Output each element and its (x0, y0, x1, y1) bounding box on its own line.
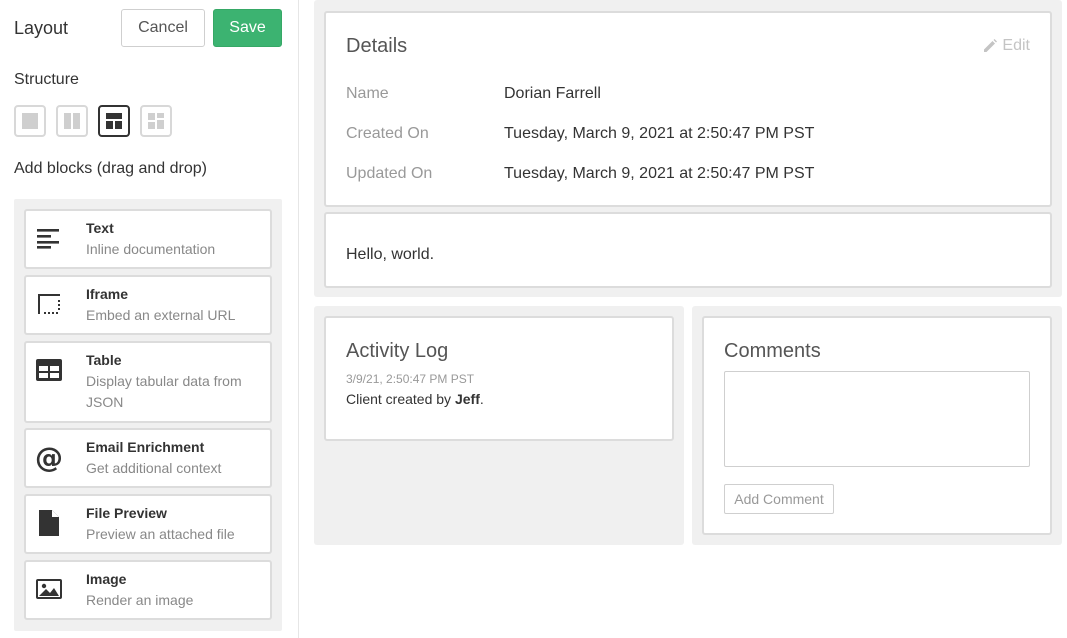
block-title: Image (86, 571, 127, 587)
at-sign-icon: @ (35, 440, 63, 474)
activity-text: Client created by (346, 391, 455, 407)
field-label: Created On (346, 125, 429, 142)
block-iframe[interactable]: Iframe Embed an external URL (24, 275, 272, 335)
block-text[interactable]: Text Inline documentation (24, 209, 272, 269)
block-file-preview[interactable]: File Preview Preview an attached file (24, 494, 272, 554)
structure-label: Structure (14, 71, 79, 88)
add-comment-button[interactable]: Add Comment (724, 484, 834, 514)
layout-canvas: Details Edit Name Dorian Farrell Created… (300, 0, 1067, 638)
edit-label: Edit (1002, 37, 1030, 54)
activity-log-card[interactable]: Activity Log 3/9/21, 2:50:47 PM PST Clie… (324, 316, 674, 441)
activity-text-suffix: . (479, 391, 484, 407)
activity-entry: Client created by Jeff. (346, 391, 484, 407)
activity-user: Jeff (454, 391, 480, 407)
add-blocks-label: Add blocks (drag and drop) (14, 160, 207, 177)
grid-layout-icon (148, 113, 164, 129)
block-table[interactable]: Table Display tabular data from JSON (24, 341, 272, 423)
block-description: Embed an external URL (86, 307, 236, 323)
block-description: Preview an attached file (86, 526, 235, 542)
activity-log-title: Activity Log (346, 340, 449, 362)
structure-options (14, 105, 172, 137)
pencil-icon (984, 39, 998, 52)
save-button[interactable]: Save (213, 9, 282, 47)
block-title: File Preview (86, 505, 167, 521)
block-title: Email Enrichment (86, 439, 205, 455)
details-title: Details (346, 35, 408, 57)
layout-sidebar: Layout Cancel Save Structure Add blocks … (0, 0, 299, 638)
blocks-palette: Text Inline documentation Iframe Embed a… (14, 199, 282, 631)
text-block-card[interactable]: Hello, world. (324, 212, 1052, 288)
block-image[interactable]: Image Render an image (24, 560, 272, 620)
single-column-icon (22, 113, 38, 129)
comments-title: Comments (724, 340, 821, 362)
header-two-column-icon (106, 113, 122, 129)
comments-card[interactable]: Comments Add Comment (702, 316, 1052, 535)
field-label: Name (346, 85, 389, 102)
file-icon (36, 510, 62, 536)
edit-button[interactable]: Edit (982, 37, 1030, 55)
block-description: Get additional context (86, 460, 222, 476)
field-value: Tuesday, March 9, 2021 at 2:50:47 PM PST (504, 125, 815, 142)
block-description: Render an image (86, 592, 194, 608)
table-icon (36, 357, 62, 383)
structure-grid-button[interactable] (140, 105, 172, 137)
field-label: Updated On (346, 165, 433, 182)
sidebar-title: Layout (14, 18, 69, 38)
block-description: Display tabular data from JSON (86, 373, 242, 410)
iframe-icon (36, 291, 62, 317)
block-title: Text (86, 220, 114, 236)
structure-single-column-button[interactable] (14, 105, 46, 137)
field-value: Tuesday, March 9, 2021 at 2:50:47 PM PST (504, 165, 815, 182)
block-title: Table (86, 352, 122, 368)
text-align-icon (36, 225, 62, 251)
structure-header-two-column-button[interactable] (98, 105, 130, 137)
comment-input[interactable] (724, 371, 1030, 467)
activity-timestamp: 3/9/21, 2:50:47 PM PST (346, 372, 475, 386)
block-title: Iframe (86, 286, 129, 302)
field-value: Dorian Farrell (504, 85, 601, 102)
block-description: Inline documentation (86, 241, 216, 257)
text-block-content: Hello, world. (346, 246, 435, 263)
two-column-icon (64, 113, 80, 129)
cancel-button[interactable]: Cancel (121, 9, 205, 47)
block-email-enrichment[interactable]: @ Email Enrichment Get additional contex… (24, 428, 272, 488)
details-card[interactable]: Details Edit Name Dorian Farrell Created… (324, 11, 1052, 207)
structure-two-column-button[interactable] (56, 105, 88, 137)
image-icon (36, 576, 62, 602)
